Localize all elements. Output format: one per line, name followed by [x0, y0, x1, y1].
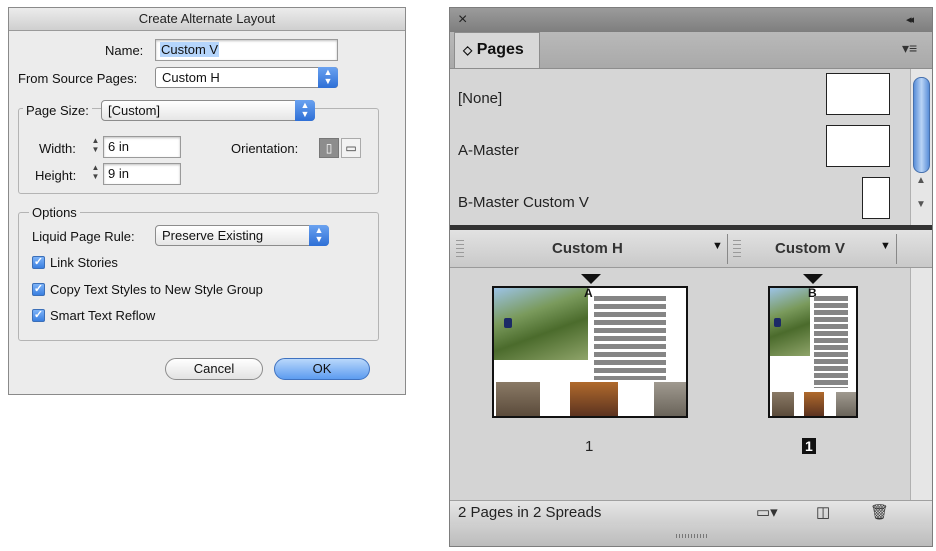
page-size-select[interactable]: [Custom] ▲ ▼: [101, 100, 315, 121]
layout-menu-icon[interactable]: ▼: [880, 240, 891, 252]
masters-scrollbar[interactable]: ▲ ▼: [910, 69, 932, 225]
list-item[interactable]: A-Master: [450, 121, 910, 173]
photo-image: [570, 382, 618, 416]
tab-pages-label: Pages: [476, 41, 524, 58]
page-thumbnail-custom-v[interactable]: B: [768, 286, 858, 418]
link-stories-label: Link Stories: [50, 255, 118, 270]
layout-header: Custom H ▼ Custom V ▼: [450, 230, 932, 268]
pages-scrollbar[interactable]: [910, 268, 932, 500]
dialog-title: Create Alternate Layout: [9, 8, 405, 31]
layout-name: Custom H: [552, 240, 623, 257]
master-thumbnail: [826, 125, 890, 167]
edit-page-size-icon[interactable]: ▭▾: [756, 503, 778, 521]
name-field[interactable]: Custom V: [155, 39, 338, 61]
link-stories-checkbox[interactable]: ✓: [32, 256, 45, 269]
master-label: A-Master: [458, 142, 519, 159]
width-label: Width:: [39, 141, 76, 156]
master-label: [None]: [458, 90, 503, 107]
pages-area: A 1 B 1: [450, 268, 932, 500]
source-pages-select[interactable]: Custom H ▲ ▼: [155, 67, 338, 88]
master-thumbnail: [862, 177, 890, 219]
photo-image: [654, 382, 686, 416]
status-text: 2 Pages in 2 Spreads: [458, 504, 602, 521]
source-pages-value: Custom H: [162, 70, 220, 85]
text-frame-image: [814, 296, 848, 388]
master-letter: A: [584, 286, 593, 300]
trash-icon[interactable]: 🗑: [870, 503, 889, 521]
lantern-image: [774, 318, 781, 327]
new-page-icon[interactable]: ◫: [816, 503, 830, 521]
photo-image: [496, 382, 540, 416]
landscape-orientation-icon[interactable]: ▭: [341, 138, 361, 158]
select-arrows-icon: ▲ ▼: [318, 67, 338, 88]
copy-text-styles-label: Copy Text Styles to New Style Group: [50, 282, 263, 297]
grip-icon: [733, 240, 741, 258]
panel-bottom-bar: [450, 524, 932, 546]
panel-menu-icon[interactable]: ▾≡: [902, 40, 917, 57]
width-value: 6 in: [108, 139, 129, 154]
height-label: Height:: [35, 168, 77, 183]
lantern-image: [504, 318, 512, 328]
resize-grip-icon[interactable]: [676, 534, 708, 538]
scrollbar-thumb[interactable]: [913, 77, 930, 173]
pages-panel: × ◂◂ ◇ Pages ▾≡ [None] A-Master B-Master…: [449, 7, 933, 547]
portrait-orientation-icon[interactable]: ▯: [319, 138, 339, 158]
master-thumbnail: [826, 73, 890, 115]
close-icon[interactable]: ×: [458, 11, 467, 29]
copy-text-styles-checkbox[interactable]: ✓: [32, 283, 45, 296]
layout-name: Custom V: [775, 240, 846, 257]
name-value: Custom V: [160, 42, 220, 57]
grip-icon: [456, 240, 464, 258]
photo-image: [772, 392, 794, 416]
page-number: 1: [585, 438, 594, 455]
tab-pages[interactable]: ◇ Pages: [454, 32, 540, 68]
liquid-page-rule-select[interactable]: Preserve Existing ▲ ▼: [155, 225, 329, 246]
current-page-marker-icon: [581, 274, 601, 284]
cancel-button[interactable]: Cancel: [165, 358, 263, 380]
list-item[interactable]: [None]: [450, 69, 910, 121]
list-item[interactable]: B-Master Custom V: [450, 173, 910, 225]
ok-button[interactable]: OK: [274, 358, 370, 380]
width-field[interactable]: 6 in: [103, 136, 181, 158]
page-thumbnail-custom-h[interactable]: A: [492, 286, 688, 418]
photo-image: [804, 392, 824, 416]
text-frame-image: [594, 296, 666, 380]
current-page-marker-icon: [803, 274, 823, 284]
layout-divider: [896, 234, 897, 264]
master-label: B-Master Custom V: [458, 194, 589, 211]
liquid-page-rule-value: Preserve Existing: [162, 228, 264, 243]
select-arrows-icon: ▲ ▼: [309, 225, 329, 246]
page-size-label: Page Size:: [23, 103, 92, 118]
panel-footer: 2 Pages in 2 Spreads ▭▾ ◫ 🗑: [450, 500, 932, 524]
page-number-selected: 1: [802, 438, 816, 454]
smart-text-reflow-label: Smart Text Reflow: [50, 308, 156, 323]
create-alternate-layout-dialog: Create Alternate Layout Name: Custom V F…: [8, 7, 406, 395]
panel-top-bar: [450, 8, 932, 32]
scroll-up-icon[interactable]: ▲: [916, 175, 926, 186]
height-field[interactable]: 9 in: [103, 163, 181, 185]
height-value: 9 in: [108, 166, 129, 181]
source-pages-label: From Source Pages:: [18, 71, 138, 86]
options-title: Options: [29, 205, 80, 220]
tab-sort-icon: ◇: [463, 43, 473, 57]
name-label: Name:: [105, 43, 144, 58]
orientation-label: Orientation:: [231, 141, 299, 156]
width-stepper-icon[interactable]: ▲ ▼: [89, 136, 102, 156]
select-arrows-icon: ▲ ▼: [295, 100, 315, 121]
smart-text-reflow-checkbox[interactable]: ✓: [32, 309, 45, 322]
photo-image: [836, 392, 856, 416]
layout-menu-icon[interactable]: ▼: [712, 240, 723, 252]
scroll-down-icon[interactable]: ▼: [916, 199, 926, 210]
height-stepper-icon[interactable]: ▲ ▼: [89, 163, 102, 183]
layout-divider: [727, 234, 728, 264]
collapse-icon[interactable]: ◂◂: [906, 13, 914, 26]
liquid-page-rule-label: Liquid Page Rule:: [32, 229, 135, 244]
page-size-value: [Custom]: [108, 103, 161, 118]
masters-list: [None] A-Master B-Master Custom V ▲ ▼: [450, 69, 932, 229]
